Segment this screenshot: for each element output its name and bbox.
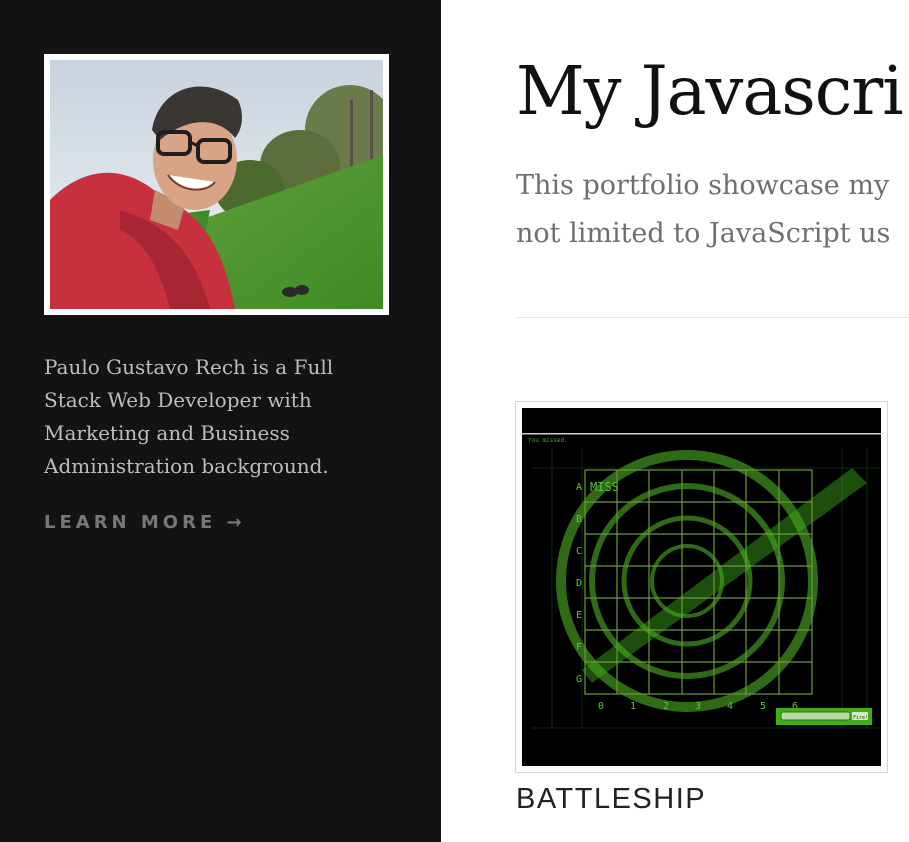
learn-more-link[interactable]: LEARN MORE → <box>44 512 246 533</box>
project-thumbnail[interactable]: You missed. MISS A B C D E F G 0 1 2 3 4… <box>522 408 881 766</box>
project-title[interactable]: BATTLESHIP <box>516 783 706 816</box>
column-label: 5 <box>760 701 766 712</box>
profile-photo <box>50 60 383 309</box>
intro-text: This portfolio showcase my not limited t… <box>516 170 891 249</box>
guess-input[interactable] <box>780 711 851 721</box>
miss-label: MISS <box>590 480 619 494</box>
column-label: 3 <box>695 701 701 712</box>
status-text: You missed. <box>528 437 568 444</box>
column-label: 4 <box>727 701 733 712</box>
column-label: 1 <box>630 701 636 712</box>
row-label: E <box>576 610 582 621</box>
column-label: 2 <box>663 701 669 712</box>
profile-photo-frame <box>44 54 389 315</box>
row-label: F <box>576 642 582 653</box>
section-divider <box>516 317 909 318</box>
page-title: My Javascri <box>516 52 904 130</box>
row-label: B <box>576 514 582 525</box>
thumbnail-top-line <box>522 433 881 435</box>
main-content: My Javascri This portfolio showcase my n… <box>441 0 909 842</box>
project-card-battleship[interactable]: You missed. MISS A B C D E F G 0 1 2 3 4… <box>515 401 888 773</box>
fire-button-label: Fire! <box>853 715 868 721</box>
column-label: 0 <box>598 701 604 712</box>
row-label: G <box>576 674 582 685</box>
row-label: A <box>576 482 582 493</box>
sidebar: Paulo Gustavo Rech is a Full Stack Web D… <box>0 0 441 842</box>
row-label: D <box>576 578 582 589</box>
author-bio: Paulo Gustavo Rech is a Full Stack Web D… <box>44 355 334 478</box>
row-label: C <box>576 546 582 557</box>
